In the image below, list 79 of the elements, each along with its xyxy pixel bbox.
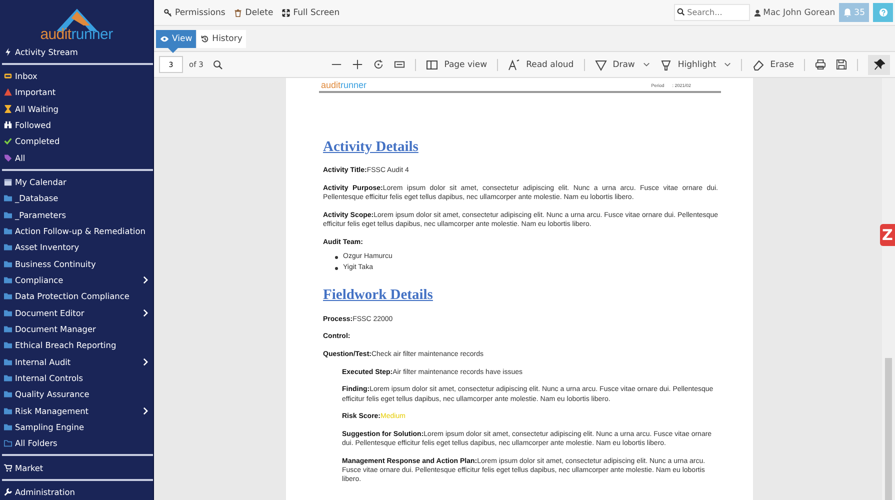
sidebar-item[interactable]: All bbox=[0, 150, 153, 166]
scrollbar[interactable] bbox=[882, 78, 895, 500]
highlight-icon bbox=[660, 58, 672, 70]
section-heading: Fieldwork Details bbox=[323, 287, 434, 305]
toolbar-button[interactable]: Highlight bbox=[660, 58, 716, 70]
chevron-down-icon[interactable] bbox=[642, 62, 650, 67]
warning-icon bbox=[4, 88, 12, 96]
pageview-icon bbox=[426, 58, 438, 70]
cart-icon bbox=[4, 464, 12, 472]
sidebar-item[interactable]: Action Follow-up & Remediation bbox=[0, 222, 153, 240]
calendar-icon bbox=[4, 178, 12, 186]
sidebar-item[interactable]: Compliance bbox=[0, 272, 153, 288]
bell-icon bbox=[843, 8, 852, 17]
sidebar-item[interactable]: Inbox bbox=[0, 68, 153, 84]
sidebar-item[interactable]: Ethical Breach Reporting bbox=[0, 337, 153, 354]
sidebar-item[interactable]: My Calendar bbox=[0, 174, 153, 190]
save-icon[interactable] bbox=[836, 59, 847, 70]
trash-icon bbox=[234, 8, 242, 16]
chevron-down-icon[interactable] bbox=[724, 62, 732, 67]
bullet-icon bbox=[335, 256, 338, 260]
erase-icon bbox=[752, 58, 764, 70]
tag-icon bbox=[4, 154, 12, 162]
search-icon[interactable] bbox=[213, 60, 224, 70]
folder-outline-icon bbox=[4, 439, 12, 448]
print-icon[interactable] bbox=[815, 59, 826, 70]
binoculars-icon bbox=[4, 121, 12, 130]
sidebar-item[interactable]: Activity Stream bbox=[0, 44, 153, 60]
sidebar-item[interactable]: Administration bbox=[0, 484, 153, 500]
sidebar-item[interactable]: Internal Controls bbox=[0, 370, 153, 386]
sidebar-item[interactable]: All Folders bbox=[0, 435, 153, 452]
rotate-icon[interactable] bbox=[373, 59, 384, 70]
pin-button[interactable] bbox=[868, 54, 890, 74]
hourglass-icon bbox=[4, 104, 12, 113]
letter-sound-icon bbox=[508, 58, 520, 70]
pin-icon bbox=[874, 59, 884, 70]
bullet-icon bbox=[335, 266, 338, 270]
fit-width-icon[interactable] bbox=[394, 59, 406, 70]
check-icon bbox=[4, 137, 12, 146]
bolt-icon bbox=[4, 48, 12, 56]
sidebar-item[interactable]: Quality Assurance bbox=[0, 386, 153, 402]
sidebar-item[interactable]: Business Continuity bbox=[0, 255, 153, 272]
draw-icon bbox=[594, 58, 607, 70]
sidebar-item[interactable]: Risk Management bbox=[0, 402, 153, 419]
side-widget-tab[interactable]: Z bbox=[880, 224, 895, 246]
sidebar-item[interactable]: Important bbox=[0, 84, 153, 101]
search-field[interactable]: Search... bbox=[674, 4, 750, 21]
document-logo: auditrunner bbox=[321, 81, 367, 91]
toolbar-button[interactable]: Full Screen bbox=[282, 8, 340, 18]
sidebar-item[interactable]: All Waiting bbox=[0, 100, 153, 117]
inbox-icon bbox=[4, 72, 12, 80]
eye-icon bbox=[160, 36, 169, 42]
user-icon bbox=[754, 8, 762, 16]
history-icon bbox=[201, 34, 210, 42]
key-icon bbox=[164, 8, 172, 16]
sidebar-item[interactable]: _Parameters bbox=[0, 206, 153, 223]
help-icon bbox=[878, 8, 888, 17]
sidebar-item[interactable]: Completed bbox=[0, 133, 153, 150]
tab[interactable]: History bbox=[197, 30, 246, 48]
toolbar-button[interactable]: Page view bbox=[426, 58, 488, 70]
wrench-icon bbox=[4, 488, 12, 496]
toolbar-button[interactable]: Permissions bbox=[164, 8, 226, 18]
sidebar-item[interactable]: Document Manager bbox=[0, 320, 153, 338]
toolbar-button[interactable]: Draw bbox=[594, 58, 635, 70]
sidebar-item[interactable]: Internal Audit bbox=[0, 353, 153, 370]
expand-icon bbox=[282, 8, 290, 16]
sidebar-item[interactable]: _Database bbox=[0, 190, 153, 206]
sidebar-item[interactable]: Data Protection Compliance bbox=[0, 288, 153, 304]
sidebar-item[interactable]: Market bbox=[0, 459, 153, 476]
auditrunner-logo[interactable]: auditrunner bbox=[0, 0, 153, 44]
user-name[interactable]: Mac John Gorean bbox=[763, 8, 836, 18]
toolbar-button[interactable]: Erase bbox=[752, 58, 794, 70]
sidebar-item[interactable]: Asset Inventory bbox=[0, 239, 153, 256]
toolbar-button[interactable]: Delete bbox=[234, 8, 274, 18]
sidebar-item[interactable]: Document Editor bbox=[0, 304, 153, 321]
section-heading: Activity Details bbox=[323, 139, 420, 156]
sidebar-item[interactable]: Sampling Engine bbox=[0, 418, 153, 436]
zoom-in-icon[interactable] bbox=[352, 59, 364, 70]
sidebar-item[interactable]: Followed bbox=[0, 116, 153, 134]
toolbar-button[interactable]: Read aloud bbox=[508, 58, 574, 70]
